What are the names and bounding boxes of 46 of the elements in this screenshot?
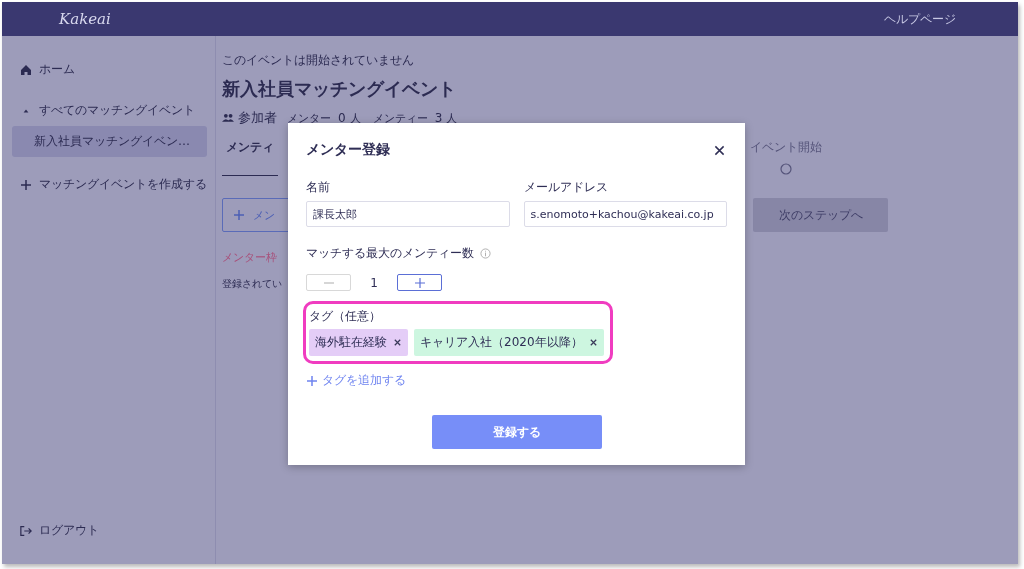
logout-link[interactable]: ログアウト — [2, 517, 215, 544]
help-link[interactable]: ヘルプページ — [884, 10, 956, 28]
remove-icon[interactable] — [393, 338, 402, 347]
count-value: 1 — [369, 275, 379, 290]
plus-icon — [306, 374, 318, 387]
logout-icon — [20, 524, 32, 537]
warning-text: メンター枠 — [222, 250, 277, 265]
field-label: 名前 — [306, 179, 330, 196]
increment-button[interactable] — [397, 274, 442, 291]
close-icon[interactable] — [714, 144, 725, 156]
add-tag-link[interactable]: タグを追加する — [306, 372, 406, 389]
input-field[interactable]: 課長太郎 — [306, 201, 510, 227]
sidebar-group[interactable]: すべてのマッチングイベント — [2, 97, 215, 124]
step-tab[interactable]: イベント開始 — [750, 139, 822, 176]
info-icon — [480, 248, 491, 259]
mentor-unit: 人 — [349, 111, 361, 126]
sidebar-item[interactable]: ホーム — [2, 56, 215, 83]
dialog-title: メンター登録 — [306, 141, 390, 159]
next-step-button[interactable]: 次のステップへ — [753, 198, 888, 232]
field-label: マッチする最大のメンティー数 — [306, 245, 474, 262]
home-icon — [20, 63, 32, 76]
field-label: メールアドレス — [523, 179, 608, 196]
plus-icon — [20, 178, 32, 191]
input-field[interactable]: s.enomoto+kachou@kakeai.co.jp — [523, 201, 727, 227]
remove-icon[interactable] — [588, 338, 598, 347]
people-icon — [222, 113, 234, 122]
register-button[interactable]: 登録する — [431, 415, 602, 449]
tag-chip[interactable]: キャリア入社（2020年以降） — [414, 329, 604, 356]
mentee-label: メンティー — [372, 111, 428, 126]
plus-icon — [233, 209, 245, 221]
plus-icon — [413, 276, 426, 289]
event-title: 新入社員マッチングイベント — [222, 77, 456, 101]
logo: Kakeai — [59, 10, 111, 28]
note-text: 登録されてい — [222, 277, 282, 291]
step-circle-icon — [779, 162, 793, 176]
mentee-count: 3 — [434, 111, 443, 125]
mentee-unit: 人 — [446, 111, 458, 126]
mentor-label: メンター — [287, 111, 331, 126]
participants-label: 参加者 — [238, 109, 277, 127]
mentor-count: 0 — [338, 111, 346, 125]
sidebar-item[interactable]: 新入社員マッチングイベン… — [12, 126, 207, 157]
tag-chip[interactable]: 海外駐在経験 — [309, 329, 408, 356]
sidebar-item[interactable]: マッチングイベントを作成する — [2, 171, 215, 198]
event-status: このイベントは開始されていません — [222, 52, 414, 69]
step-tab[interactable]: メンティ — [222, 139, 278, 176]
field-label: タグ（任意） — [309, 308, 381, 325]
